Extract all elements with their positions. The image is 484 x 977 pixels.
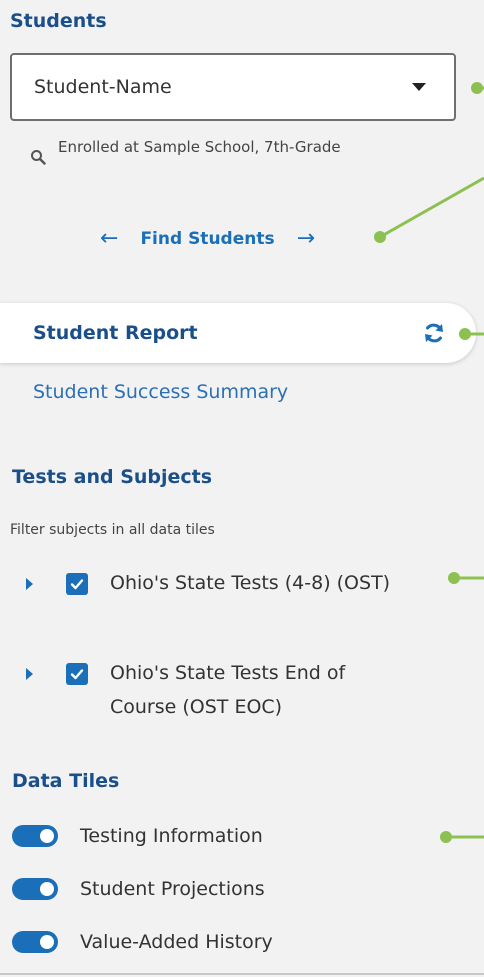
- tile-label: Value-Added History: [80, 931, 273, 953]
- report-sidebar: Students Student-Name Enrolled at Sample…: [0, 0, 484, 977]
- checkmark-icon: [70, 579, 84, 590]
- callout-find-students: [374, 176, 484, 243]
- test-ost-eoc-label: Ohio's State Tests End of Course (OST EO…: [110, 662, 346, 718]
- student-report-tab[interactable]: Student Report: [0, 303, 476, 363]
- filter-note: Filter subjects in all data tiles: [10, 522, 215, 538]
- test-ost-checkbox[interactable]: [66, 573, 88, 595]
- find-students-nav: ← Find Students →: [100, 223, 315, 255]
- enrollment-text: Enrolled at Sample School, 7th-Grade: [58, 138, 341, 156]
- next-student-arrow-icon[interactable]: →: [297, 228, 315, 250]
- value-added-history-toggle[interactable]: [12, 931, 58, 953]
- test-ost-label: Ohio's State Tests (4-8) (OST): [110, 572, 391, 594]
- tile-label: Testing Information: [80, 825, 263, 847]
- expand-triangle-icon[interactable]: [26, 668, 33, 680]
- tests-subjects-heading: Tests and Subjects: [12, 466, 213, 488]
- callout-student-select: [471, 82, 484, 94]
- student-success-summary-link[interactable]: Student Success Summary: [33, 381, 288, 403]
- tile-value-added-history: Value-Added History: [12, 931, 273, 953]
- student-select[interactable]: Student-Name: [10, 53, 456, 121]
- test-item-ost: Ohio's State Tests (4-8) (OST): [26, 566, 410, 600]
- previous-student-arrow-icon[interactable]: ←: [100, 228, 118, 250]
- test-item-ost-eoc: Ohio's State Tests End of Course (OST EO…: [26, 656, 410, 724]
- callout-tests: [448, 572, 484, 584]
- student-select-value: Student-Name: [34, 76, 172, 98]
- bottom-divider: [0, 973, 484, 975]
- data-tiles-heading: Data Tiles: [12, 770, 120, 792]
- test-ost-eoc-checkbox[interactable]: [66, 663, 88, 685]
- tile-testing-information: Testing Information: [12, 825, 263, 847]
- student-projections-toggle[interactable]: [12, 878, 58, 900]
- callout-data-tiles: [440, 831, 484, 843]
- search-icon: [31, 150, 46, 165]
- refresh-icon[interactable]: [422, 321, 446, 345]
- find-students-link[interactable]: Find Students: [140, 229, 274, 249]
- caret-down-icon: [412, 83, 426, 91]
- checkmark-icon: [70, 669, 84, 680]
- student-report-label: Student Report: [33, 322, 198, 344]
- enrollment-info: Enrolled at Sample School, 7th-Grade: [30, 135, 410, 165]
- tile-label: Student Projections: [80, 878, 265, 900]
- testing-information-toggle[interactable]: [12, 825, 58, 847]
- students-heading: Students: [10, 10, 107, 32]
- expand-triangle-icon[interactable]: [26, 578, 33, 590]
- tile-student-projections: Student Projections: [12, 878, 265, 900]
